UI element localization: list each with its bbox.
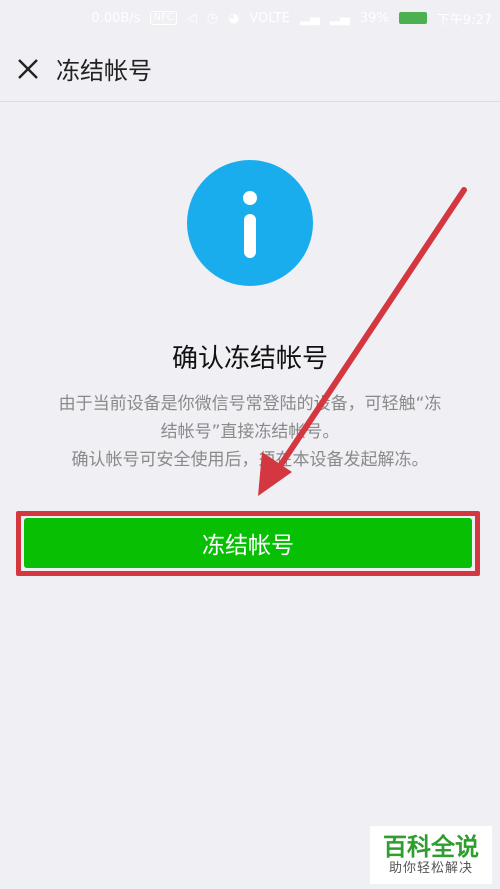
clock: 下午9:27 <box>436 12 492 28</box>
volte-label: VOLTE <box>249 10 290 26</box>
description-line-1: 由于当前设备是你微信号常登陆的设备，可轻触“冻 <box>58 394 442 414</box>
battery-percent: 39% <box>359 10 389 26</box>
info-icon <box>187 160 313 286</box>
headphone-icon: ◕ <box>228 10 240 26</box>
signal-icon-2: ▂▄ <box>329 10 350 26</box>
confirm-heading: 确认冻结帐号 <box>171 344 328 374</box>
watermark-subtitle: 助你轻松解决 <box>388 861 473 876</box>
freeze-account-button[interactable]: 冻结帐号 <box>24 518 472 568</box>
status-bar: 0.00B/s NFC ◁ ◷ ◕ VOLTE ▂▄ ▂▄ 39% 下午9:27 <box>0 0 500 36</box>
description-line-2: 结帐号”直接冻结帐号。 <box>160 422 340 442</box>
watermark-logo: 百科全说 助你轻松解决 <box>370 826 492 884</box>
nfc-icon: NFC <box>150 11 177 25</box>
nav-bar: 冻结帐号 <box>0 36 500 102</box>
network-speed: 0.00B/s <box>91 10 141 26</box>
battery-icon <box>398 12 427 24</box>
page-title: 冻结帐号 <box>56 57 152 85</box>
mute-icon: ◁ <box>186 10 197 26</box>
signal-icon: ▂▄ <box>299 10 320 26</box>
alarm-icon: ◷ <box>206 10 219 26</box>
close-icon[interactable] <box>0 36 56 102</box>
description: 由于当前设备是你微信号常登陆的设备，可轻触“冻 结帐号”直接冻结帐号。 确认帐号… <box>20 390 480 474</box>
watermark-title: 百科全说 <box>383 833 479 861</box>
description-line-3: 确认帐号可安全使用后，须在本设备发起解冻。 <box>71 450 429 470</box>
